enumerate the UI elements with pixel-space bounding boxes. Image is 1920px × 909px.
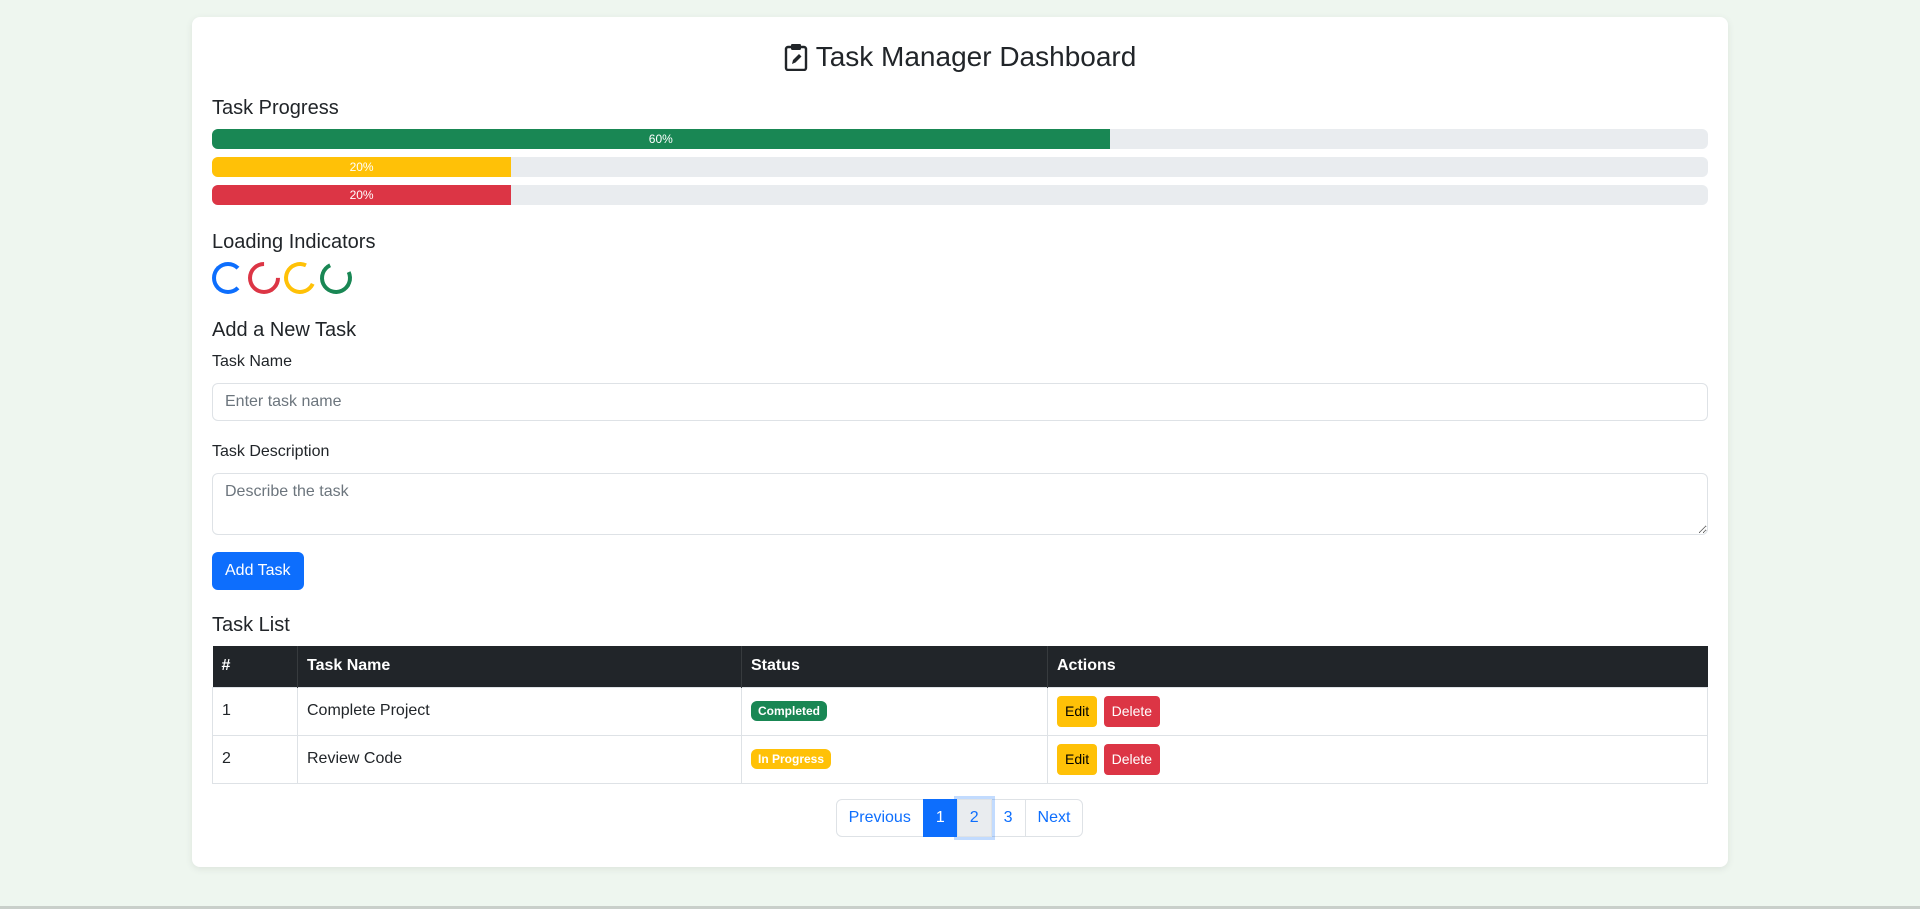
pagination-page-1[interactable]: 1 [922, 798, 958, 837]
spinner-group [212, 255, 1708, 301]
task-name-cell: Complete Project [297, 686, 742, 736]
task-progress-heading: Task Progress [212, 97, 339, 119]
pagination-page-2[interactable]: 2 [956, 798, 992, 837]
dashboard-card: Task Manager Dashboard Task Progress 60%… [192, 17, 1728, 867]
progress-bar-pending: 20% [212, 185, 1708, 205]
table-header-row: # Task Name Status Actions [212, 646, 1708, 687]
edit-button[interactable]: Edit [1057, 743, 1098, 775]
progress-bar-completed: 60% [212, 129, 1708, 149]
column-header-number: # [212, 646, 298, 687]
add-task-form: Add a New Task Task Name Task Descriptio… [212, 319, 1708, 590]
pagination: Previous 1 2 3 Next [212, 798, 1708, 837]
task-table: # Task Name Status Actions 1 Complete Pr… [212, 646, 1708, 784]
task-progress-section: Task Progress 60% 20% 20% [212, 97, 1708, 205]
task-list-heading: Task List [212, 614, 290, 636]
task-status-cell: Completed [741, 686, 1048, 736]
task-name-cell: Review Code [297, 734, 742, 784]
task-list-section: Task List # Task Name Status Actions 1 C… [212, 614, 1708, 784]
spinner-blue [212, 262, 244, 294]
column-header-actions: Actions [1047, 646, 1708, 687]
progress-fill-completed: 60% [212, 129, 1110, 149]
task-name-label: Task Name [212, 353, 293, 370]
spinner-red [241, 255, 287, 301]
edit-button[interactable]: Edit [1057, 695, 1098, 727]
progress-bar-in-progress: 20% [212, 157, 1708, 177]
add-task-heading: Add a New Task [212, 319, 357, 341]
pagination-next[interactable]: Next [1024, 798, 1084, 837]
status-badge: In Progress [751, 749, 832, 769]
pagination-page-3[interactable]: 3 [990, 798, 1026, 837]
task-description-label: Task Description [212, 443, 330, 460]
delete-button[interactable]: Delete [1103, 695, 1161, 727]
delete-button[interactable]: Delete [1103, 743, 1161, 775]
pagination-previous[interactable]: Previous [835, 798, 924, 837]
task-number-cell: 2 [212, 734, 298, 784]
task-status-cell: In Progress [741, 734, 1048, 784]
spinner-green [315, 257, 357, 299]
table-row: 2 Review Code In Progress Edit Delete [212, 734, 1708, 784]
page-title: Task Manager Dashboard [815, 41, 1137, 72]
column-header-status: Status [741, 646, 1048, 687]
status-badge: Completed [751, 701, 828, 721]
title-row: Task Manager Dashboard [212, 39, 1708, 75]
spinner-yellow [279, 257, 321, 299]
clipboard-pencil-icon [784, 43, 808, 71]
task-description-textarea[interactable] [212, 473, 1708, 535]
task-number-cell: 1 [212, 686, 298, 736]
task-actions-cell: Edit Delete [1047, 686, 1708, 736]
progress-fill-pending: 20% [212, 185, 512, 205]
column-header-task-name: Task Name [297, 646, 742, 687]
task-name-input[interactable] [212, 383, 1708, 421]
task-actions-cell: Edit Delete [1047, 734, 1708, 784]
table-row: 1 Complete Project Completed Edit Delete [212, 686, 1708, 736]
add-task-button[interactable]: Add Task [212, 552, 304, 590]
loading-indicators-section: Loading Indicators [212, 231, 1708, 301]
loading-indicators-heading: Loading Indicators [212, 231, 376, 253]
progress-fill-in-progress: 20% [212, 157, 512, 177]
